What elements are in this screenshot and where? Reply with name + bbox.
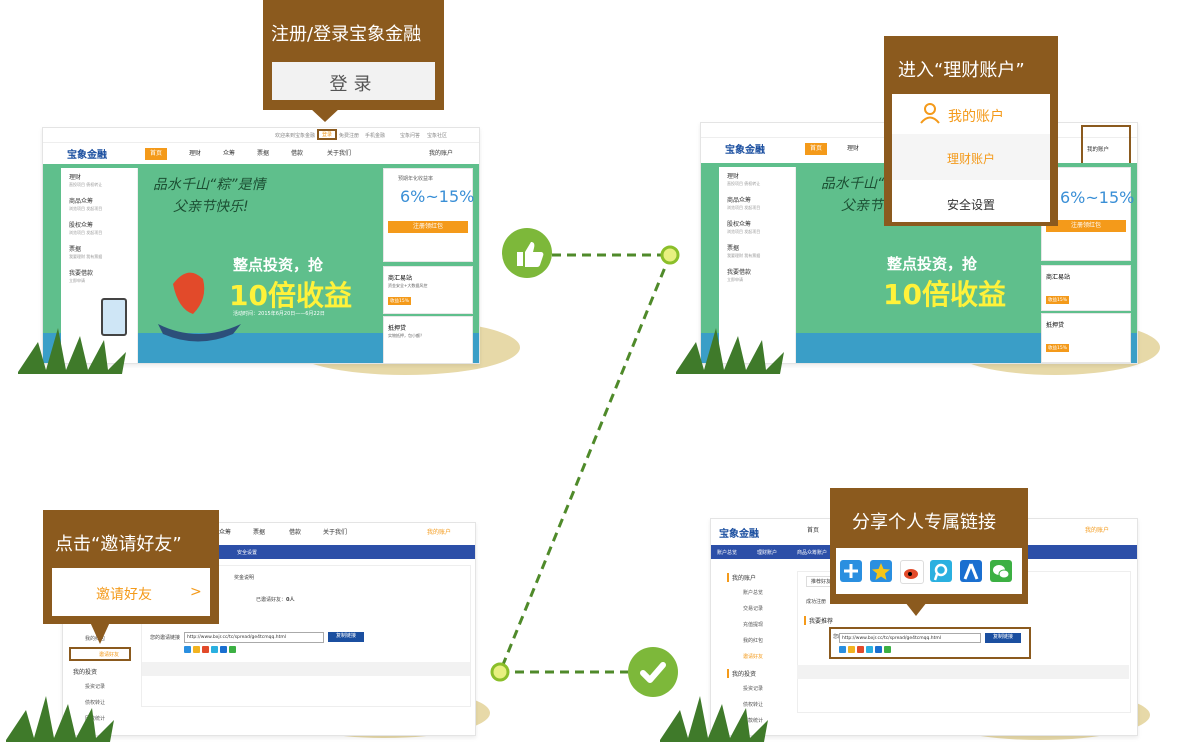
register-link[interactable]: 免费注册 bbox=[339, 132, 359, 139]
menu-item-my-account[interactable]: 我的账户 bbox=[892, 94, 1050, 135]
menu-item-financial-account[interactable]: 理财账户 bbox=[892, 134, 1050, 180]
wechat-icon[interactable] bbox=[229, 646, 236, 653]
sidebar-item-goods[interactable]: 商品众筹 bbox=[69, 196, 93, 205]
callout-pointer bbox=[905, 602, 927, 616]
sidebar-item-bill[interactable]: 票据 bbox=[69, 244, 81, 253]
top-bar: 欢迎来到宝象金融 登录 免费注册 手机金融 宝象问答 宝象社区 bbox=[43, 128, 479, 143]
invite-url-field[interactable]: http://www.bxjr.cc/tc/spread/ge4tcmqq.ht… bbox=[839, 633, 981, 643]
chevron-right-icon: > bbox=[190, 584, 202, 600]
guide-link[interactable]: 宝象问答 bbox=[400, 132, 420, 139]
my-account-link[interactable]: 我的账户 bbox=[429, 148, 453, 160]
tencent-weibo-icon[interactable] bbox=[930, 560, 952, 582]
carousel-dots[interactable] bbox=[253, 352, 283, 356]
my-account-link[interactable]: 我的账户 bbox=[1085, 525, 1109, 537]
nav-jiekuan[interactable]: 借款 bbox=[291, 148, 303, 160]
rate-card: 预期年化收益率 6%~15% 注册领红包 bbox=[383, 168, 474, 262]
plus-share-icon[interactable] bbox=[839, 646, 846, 653]
wechat-icon[interactable] bbox=[990, 560, 1012, 582]
login-link[interactable]: 登录 bbox=[317, 129, 338, 140]
plus-share-icon[interactable] bbox=[840, 560, 862, 582]
product-card-1[interactable]: 商汇易站 收益15% bbox=[1041, 265, 1131, 311]
sidebar-item-equity[interactable]: 股权众筹 bbox=[69, 220, 93, 229]
nav-home[interactable]: 首页 bbox=[145, 148, 167, 160]
weibo-icon[interactable] bbox=[900, 560, 924, 584]
product-card-1[interactable]: 商汇易站 资金安全+大数据风控 收益15% bbox=[383, 266, 473, 314]
product-card-2[interactable]: 抵押贷 实物抵押，包小额？ bbox=[383, 316, 473, 363]
nav-about[interactable]: 关于我们 bbox=[327, 148, 351, 160]
step3-callout: 点击“邀请好友” 邀请好友 > bbox=[43, 510, 219, 624]
register-red-packet-button[interactable]: 注册领红包 bbox=[388, 221, 468, 233]
grass-decoration bbox=[6, 696, 114, 742]
qzone-star-icon[interactable] bbox=[870, 560, 892, 582]
logo[interactable]: 宝象金融 bbox=[719, 525, 759, 540]
step4-callout: 分享个人专属链接 bbox=[830, 488, 1028, 604]
callout-pointer bbox=[310, 108, 340, 122]
qzone-star-icon[interactable] bbox=[848, 646, 855, 653]
step2-callout: 进入“理财账户” 我的账户 理财账户 安全设置 bbox=[884, 36, 1058, 226]
copy-link-button[interactable]: 复制链接 bbox=[328, 632, 364, 642]
my-account-link[interactable]: 我的账户 bbox=[427, 527, 451, 539]
login-button[interactable]: 登录 bbox=[272, 62, 435, 100]
nav-home[interactable]: 首页 bbox=[805, 143, 827, 155]
user-icon bbox=[920, 103, 940, 124]
register-red-packet-button[interactable]: 注册领红包 bbox=[1046, 220, 1126, 232]
invite-friends-button[interactable]: 邀请好友 > bbox=[52, 568, 210, 616]
nav-licai[interactable]: 理财 bbox=[847, 143, 859, 155]
thumbs-up-icon bbox=[502, 228, 552, 278]
share-icons-row bbox=[184, 646, 244, 654]
mobile-link[interactable]: 手机金融 bbox=[365, 132, 385, 139]
community-link[interactable]: 宝象社区 bbox=[427, 132, 447, 139]
dragon-boat-icon bbox=[158, 272, 241, 342]
copy-link-button[interactable]: 复制链接 bbox=[985, 633, 1021, 643]
renren-icon[interactable] bbox=[960, 560, 982, 582]
invite-link-highlight: 您的邀请链接 http://www.bxjr.cc/tc/spread/ge4t… bbox=[829, 627, 1031, 659]
callout-pointer bbox=[90, 622, 110, 644]
wechat-icon[interactable] bbox=[884, 646, 891, 653]
sidebar-item-licai[interactable]: 理财 bbox=[69, 172, 81, 181]
step1-callout: 注册/登录宝象金融 登录 bbox=[263, 0, 444, 110]
plus-share-icon[interactable] bbox=[184, 646, 191, 653]
renren-icon[interactable] bbox=[875, 646, 882, 653]
nav-licai[interactable]: 理财 bbox=[189, 148, 201, 160]
account-dropdown-menu: 我的账户 理财账户 安全设置 bbox=[892, 94, 1050, 222]
share-options-panel bbox=[836, 548, 1022, 594]
invite-friends-link[interactable]: 邀请好友 bbox=[69, 647, 131, 661]
weibo-icon[interactable] bbox=[202, 646, 209, 653]
nav-piaoju[interactable]: 票据 bbox=[257, 148, 269, 160]
sidebar-item-borrow[interactable]: 我要借款 bbox=[69, 268, 93, 277]
share-icons-row bbox=[839, 646, 899, 654]
product-card-2[interactable]: 抵押贷 收益15% bbox=[1041, 313, 1131, 363]
invite-url-field[interactable]: http://www.bxjr.cc/tc/spread/ge4tcmqq.ht… bbox=[184, 632, 324, 643]
grass-decoration bbox=[18, 328, 126, 374]
qzone-star-icon[interactable] bbox=[193, 646, 200, 653]
menu-item-security-settings[interactable]: 安全设置 bbox=[892, 180, 1050, 222]
grass-decoration bbox=[660, 696, 768, 742]
tencent-weibo-icon[interactable] bbox=[211, 646, 218, 653]
nav-zhongchou[interactable]: 众筹 bbox=[223, 148, 235, 160]
logo[interactable]: 宝象金融 bbox=[67, 146, 107, 161]
renren-icon[interactable] bbox=[220, 646, 227, 653]
grass-decoration bbox=[676, 328, 784, 374]
tencent-weibo-icon[interactable] bbox=[866, 646, 873, 653]
logo[interactable]: 宝象金融 bbox=[725, 141, 765, 156]
weibo-icon[interactable] bbox=[857, 646, 864, 653]
